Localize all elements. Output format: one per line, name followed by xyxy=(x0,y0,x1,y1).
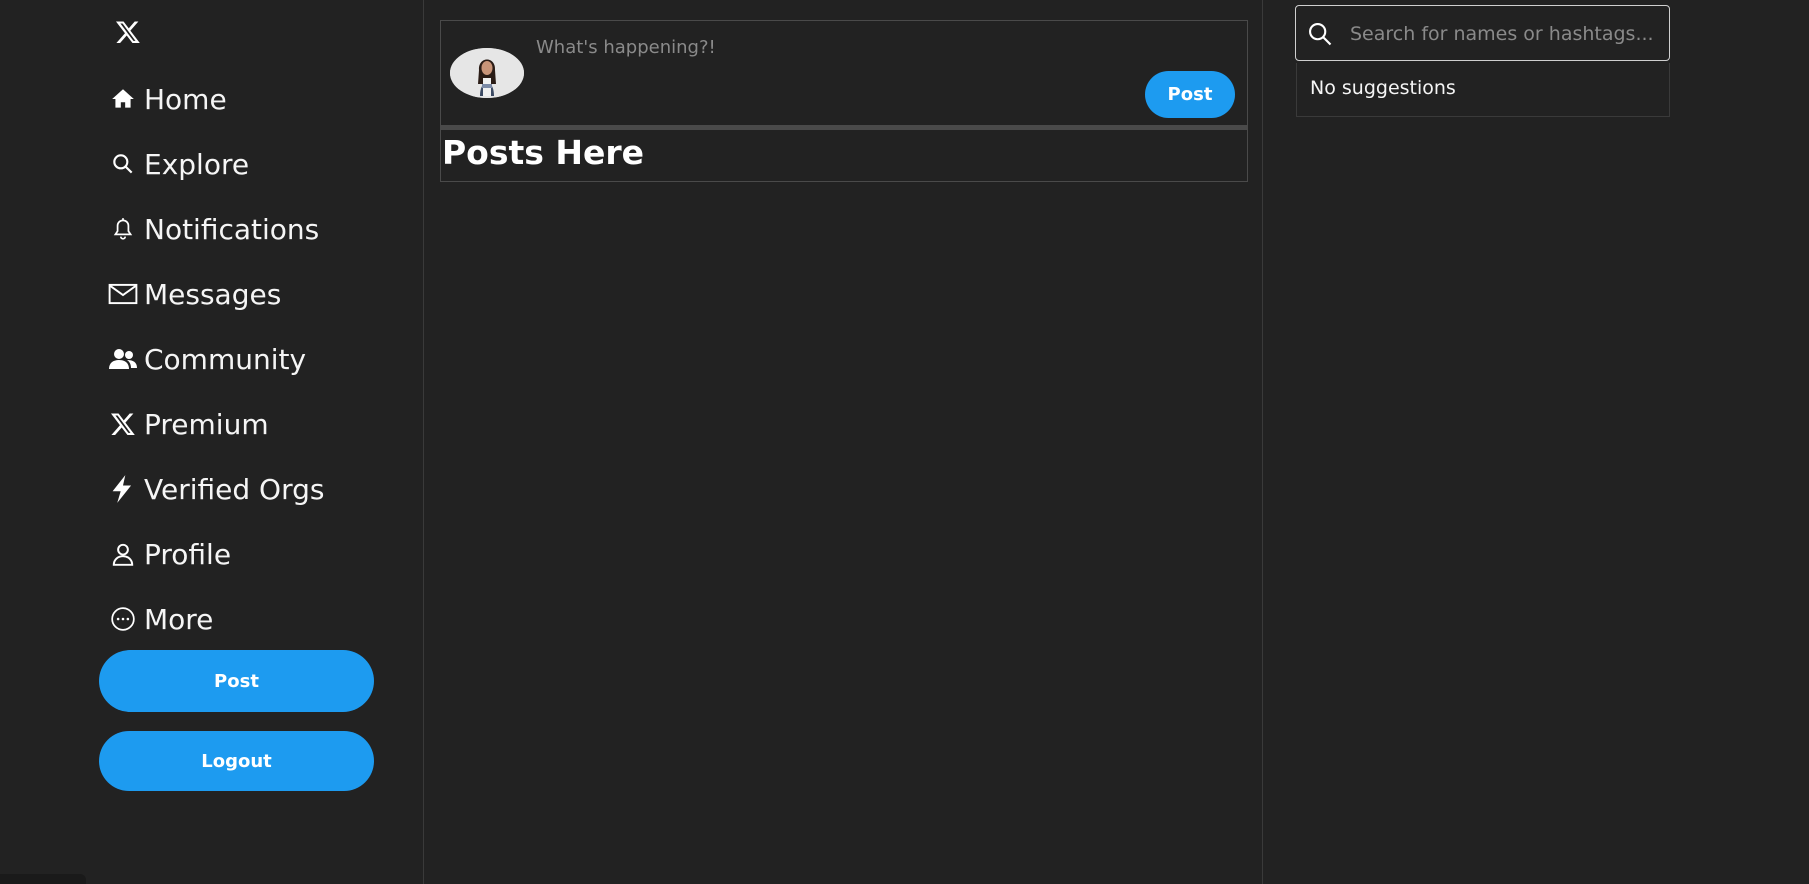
sidebar-item-label: Premium xyxy=(144,407,269,441)
no-suggestions-text: No suggestions xyxy=(1310,77,1456,99)
more-circle-icon xyxy=(108,604,138,634)
sidebar-item-label: Profile xyxy=(144,537,232,571)
search-icon xyxy=(1306,20,1334,48)
sidebar-item-label: Community xyxy=(144,342,307,376)
sidebar-item-label: More xyxy=(144,602,214,636)
envelope-icon xyxy=(108,279,138,309)
post-text-input[interactable] xyxy=(534,31,1128,63)
bottom-tab xyxy=(0,874,86,884)
x-logo-icon xyxy=(108,409,138,439)
search-suggestions: No suggestions xyxy=(1296,63,1670,117)
person-icon xyxy=(108,539,138,569)
search-input[interactable] xyxy=(1348,18,1662,50)
sidebar-item-messages[interactable]: Messages xyxy=(108,272,281,316)
composer-post-button[interactable]: Post xyxy=(1145,71,1235,118)
home-icon xyxy=(108,84,138,114)
post-button[interactable]: Post xyxy=(99,650,374,712)
sidebar: Home Explore Notifications Messages Comm… xyxy=(0,0,424,884)
sidebar-item-premium[interactable]: Premium xyxy=(108,402,269,446)
sidebar-item-label: Explore xyxy=(144,147,250,181)
sidebar-item-notifications[interactable]: Notifications xyxy=(108,207,319,251)
sidebar-item-label: Notifications xyxy=(144,212,320,246)
sidebar-item-label: Home xyxy=(144,82,227,116)
people-icon xyxy=(108,344,138,374)
search-icon xyxy=(108,149,138,179)
sidebar-item-explore[interactable]: Explore xyxy=(108,142,249,186)
sidebar-item-more[interactable]: More xyxy=(108,597,213,641)
sidebar-item-verified-orgs[interactable]: Verified Orgs xyxy=(108,467,324,511)
sidebar-item-profile[interactable]: Profile xyxy=(108,532,231,576)
sidebar-item-community[interactable]: Community xyxy=(108,337,306,381)
lightning-icon xyxy=(108,474,138,504)
post-composer: Post xyxy=(440,20,1248,126)
logout-button[interactable]: Logout xyxy=(99,731,374,791)
x-logo-icon[interactable] xyxy=(113,17,143,47)
sidebar-item-label: Messages xyxy=(144,277,282,311)
main-feed: Post Posts Here xyxy=(425,0,1263,884)
sidebar-item-label: Verified Orgs xyxy=(144,472,325,506)
sidebar-item-home[interactable]: Home xyxy=(108,77,227,121)
posts-heading: Posts Here xyxy=(442,133,645,172)
posts-section: Posts Here xyxy=(440,129,1248,182)
bell-icon xyxy=(108,214,138,244)
avatar[interactable] xyxy=(450,48,524,98)
search-box xyxy=(1295,5,1670,61)
